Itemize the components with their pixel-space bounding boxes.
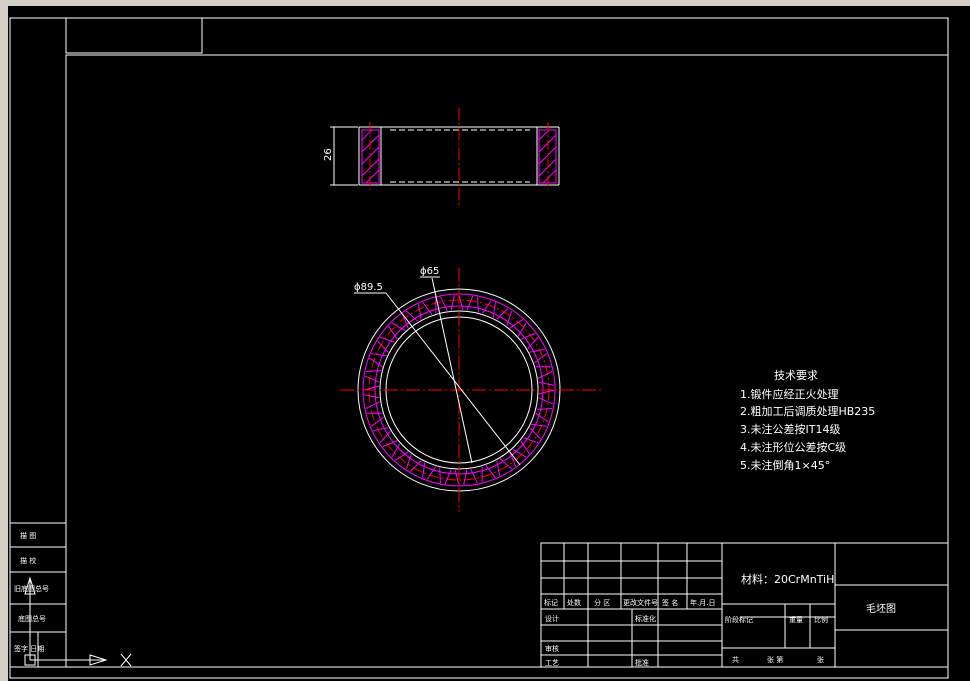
stage-mark-label: 阶段标记: [725, 615, 753, 624]
hatch-line: [538, 381, 554, 386]
approve-label: 批准: [635, 658, 649, 667]
drawing-name: 毛坯图: [866, 603, 896, 615]
header-zone: 分 区: [594, 598, 610, 607]
review-label: 审核: [545, 644, 559, 653]
standardize-label: 标准化: [635, 614, 656, 623]
header-signature: 签 名: [662, 598, 678, 607]
hatch-line: [538, 397, 554, 405]
material-label: 材料：20CrMnTiH: [741, 572, 834, 586]
hatch-line: [371, 353, 387, 357]
process-label: 工艺: [545, 659, 559, 667]
dim-outer-diameter: ϕ89.5: [354, 282, 383, 293]
header-count: 处数: [567, 598, 581, 607]
hatch-line: [373, 427, 389, 432]
hatch-line: [466, 295, 474, 311]
hatch-line: [450, 295, 455, 311]
hatch-line: [454, 469, 460, 486]
side-label-check: 描 校: [20, 556, 36, 565]
ring-view: [340, 268, 604, 512]
hatch-line: [536, 408, 553, 410]
dim-height: 26: [323, 148, 334, 161]
hatch-line: [365, 401, 381, 409]
sheet-label: 张: [817, 655, 824, 664]
hatch-line: [470, 468, 478, 484]
tech-item-5: 5.未注倒角1×45°: [740, 458, 830, 472]
side-label-base: 底图总号: [18, 614, 46, 623]
header-mark: 标记: [544, 598, 558, 607]
total-label: 共: [732, 655, 739, 664]
hatch-line: [496, 460, 501, 476]
side-view: [330, 108, 560, 205]
header-date: 年.月.日: [690, 598, 715, 607]
hatch-line: [444, 469, 452, 485]
hatch-line: [463, 469, 468, 485]
hatch-line: [529, 348, 545, 353]
tech-requirements-title: 技术要求: [774, 369, 818, 382]
top-left-box: [65, 18, 203, 54]
hatch-line: [364, 394, 380, 399]
hatch-line: [477, 296, 479, 313]
drawing-canvas: 26 ϕ89.5 ϕ65 技术要求 1.锻件应经正火处理 2.粗加工后调质处理H…: [9, 17, 949, 679]
hatch-line: [531, 423, 547, 427]
side-label-sign-date: 签字 日期: [14, 644, 44, 653]
side-label-trace: 描 图: [20, 531, 36, 540]
hatch-line: [439, 467, 441, 484]
tech-item-4: 4.未注形位公差按C级: [740, 440, 846, 454]
hatch-line: [458, 294, 464, 311]
hatch-line: [417, 304, 422, 320]
sheets-label: 张 第: [767, 655, 783, 664]
design-label: 设计: [545, 614, 559, 623]
hatch-line: [509, 319, 524, 329]
weight-label: 重量: [789, 616, 803, 624]
dim-inner-diameter: ϕ65: [420, 266, 439, 277]
hatch-line: [363, 385, 380, 391]
side-label-old-base: 旧底图总号: [14, 584, 49, 593]
hatch-line: [422, 301, 433, 316]
hatch-line: [492, 302, 496, 318]
hatch-line: [538, 389, 555, 395]
hatch-line: [365, 370, 382, 372]
tech-item-3: 3.未注公差按IT14级: [740, 422, 840, 436]
hatch-line: [537, 371, 553, 379]
tech-item-2: 2.粗加工后调质处理HB235: [740, 405, 875, 418]
tech-item-1: 1.锻件应经正火处理: [740, 387, 839, 401]
hatch-line: [364, 375, 380, 383]
hatch-line: [440, 296, 448, 312]
scale-label: 比例: [814, 615, 828, 624]
hatch-line: [422, 462, 426, 478]
header-change-doc: 更改文件号: [623, 598, 658, 607]
